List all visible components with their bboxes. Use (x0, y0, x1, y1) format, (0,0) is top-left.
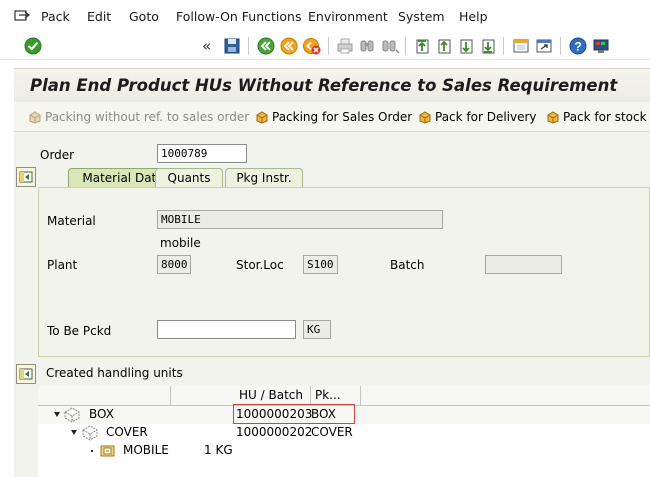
help-icon[interactable]: ? (568, 36, 588, 56)
save-icon[interactable] (222, 36, 242, 56)
menu-goto[interactable]: Goto (129, 9, 159, 25)
system-menu-icon[interactable] (14, 9, 30, 23)
selection-bracket-left (233, 404, 238, 424)
standard-toolbar: « ? (0, 32, 650, 89)
tree-row[interactable]: BOX 1000000203 BOX (38, 406, 650, 424)
tab-quants[interactable]: Quants (155, 168, 223, 188)
package-icon (418, 110, 432, 128)
column-header-hierarchy[interactable] (38, 386, 170, 406)
menu-system[interactable]: System (398, 9, 445, 25)
previous-page-icon[interactable] (434, 36, 454, 56)
screen-title-bar: Plan End Product HUs Without Reference t… (14, 68, 650, 102)
storloc-field[interactable]: S100 (303, 255, 338, 274)
menu-follow-on-functions[interactable]: Follow-On Functions (176, 9, 301, 25)
package-icon (546, 110, 560, 128)
tree-row[interactable]: MOBILE 1 KG (38, 442, 650, 460)
exit-icon[interactable] (279, 36, 299, 56)
packaging-type: BOX (311, 407, 336, 421)
pack-for-delivery-button[interactable]: Pack for Delivery (418, 109, 537, 128)
pack-for-stock-button[interactable]: Pack for stock t (546, 109, 650, 128)
menu-edit[interactable]: Edit (87, 9, 111, 25)
tree-node-label: COVER (106, 425, 148, 439)
selection-bracket-right (350, 404, 355, 424)
first-page-icon[interactable] (412, 36, 432, 56)
collapse-handling-units-button[interactable] (16, 364, 36, 384)
hu-number: 1000000203 (236, 407, 313, 421)
back-double-icon[interactable]: « (202, 36, 222, 56)
packing-for-sales-order-button[interactable]: Packing for Sales Order (255, 109, 412, 128)
batch-field[interactable] (485, 255, 562, 274)
last-page-icon[interactable] (478, 36, 498, 56)
order-label: Order (40, 148, 75, 162)
batch-label: Batch (390, 258, 425, 272)
pack-for-stock-label: Pack for stock t (563, 110, 650, 124)
packaging-type: COVER (311, 425, 353, 439)
menu-pack[interactable]: Pack (41, 9, 70, 25)
application-toolbar: Packing without ref. to sales order Pack… (14, 102, 650, 132)
enter-check-icon[interactable] (23, 36, 43, 56)
next-page-icon[interactable] (456, 36, 476, 56)
column-header-pk[interactable]: Pk... (310, 386, 360, 406)
customize-layout-icon[interactable] (591, 36, 611, 56)
tab-pkg-instr[interactable]: Pkg Instr. (225, 168, 303, 188)
expand-triangle-icon[interactable] (71, 430, 77, 435)
to-be-packed-input[interactable] (157, 320, 296, 339)
plant-field[interactable]: 8000 (157, 255, 191, 274)
tree-header: HU / Batch Pk... (38, 386, 650, 406)
tree-row[interactable]: COVER 1000000202 COVER (38, 424, 650, 442)
unit-field[interactable]: KG (303, 320, 331, 339)
collapse-panel-icon (19, 171, 33, 183)
tree-node-label: BOX (89, 407, 114, 421)
menu-bar: Pack Edit Goto Follow-On Functions Envir… (0, 0, 650, 32)
pack-for-delivery-label: Pack for Delivery (435, 110, 537, 124)
leaf-bullet-icon (91, 450, 93, 452)
to-be-packed-label: To Be Pckd (47, 324, 112, 338)
material-field[interactable]: MOBILE (157, 210, 443, 229)
tree-node-label: MOBILE (123, 443, 169, 457)
material-item-icon (99, 443, 117, 464)
handling-units-title: Created handling units (46, 366, 183, 380)
print-icon[interactable] (335, 36, 355, 56)
packing-without-ref-button[interactable]: Packing without ref. to sales order (28, 109, 249, 128)
packing-without-ref-label: Packing without ref. to sales order (45, 110, 250, 124)
storloc-label: Stor.Loc (236, 258, 284, 272)
order-input[interactable]: 1000789 (157, 144, 247, 163)
collapse-material-section-button[interactable] (16, 167, 36, 187)
find-icon[interactable] (357, 36, 377, 56)
back-icon[interactable] (256, 36, 276, 56)
expand-triangle-icon[interactable] (54, 412, 60, 417)
collapse-panel-icon (19, 368, 33, 380)
plant-label: Plant (47, 258, 78, 272)
column-header-empty (360, 386, 650, 406)
menu-environment[interactable]: Environment (308, 9, 388, 25)
shortcut-icon[interactable] (534, 36, 554, 56)
create-session-icon[interactable] (511, 36, 531, 56)
material-label: Material (47, 214, 96, 228)
package-icon (255, 110, 269, 128)
svg-text:?: ? (574, 40, 581, 54)
page-title: Plan End Product HUs Without Reference t… (30, 76, 618, 95)
quantity: 1 KG (204, 443, 233, 457)
hu-number: 1000000202 (236, 425, 313, 439)
packing-for-sales-order-label: Packing for Sales Order (272, 110, 413, 124)
package-icon (28, 110, 42, 128)
column-header-hu-batch[interactable]: HU / Batch (170, 386, 310, 406)
handling-units-tree: BOX 1000000203 BOX COVER 1000000202 COVE… (38, 406, 650, 477)
menu-help[interactable]: Help (459, 9, 488, 25)
find-next-icon[interactable] (380, 36, 400, 56)
cancel-icon[interactable] (302, 36, 322, 56)
material-description: mobile (160, 236, 201, 250)
